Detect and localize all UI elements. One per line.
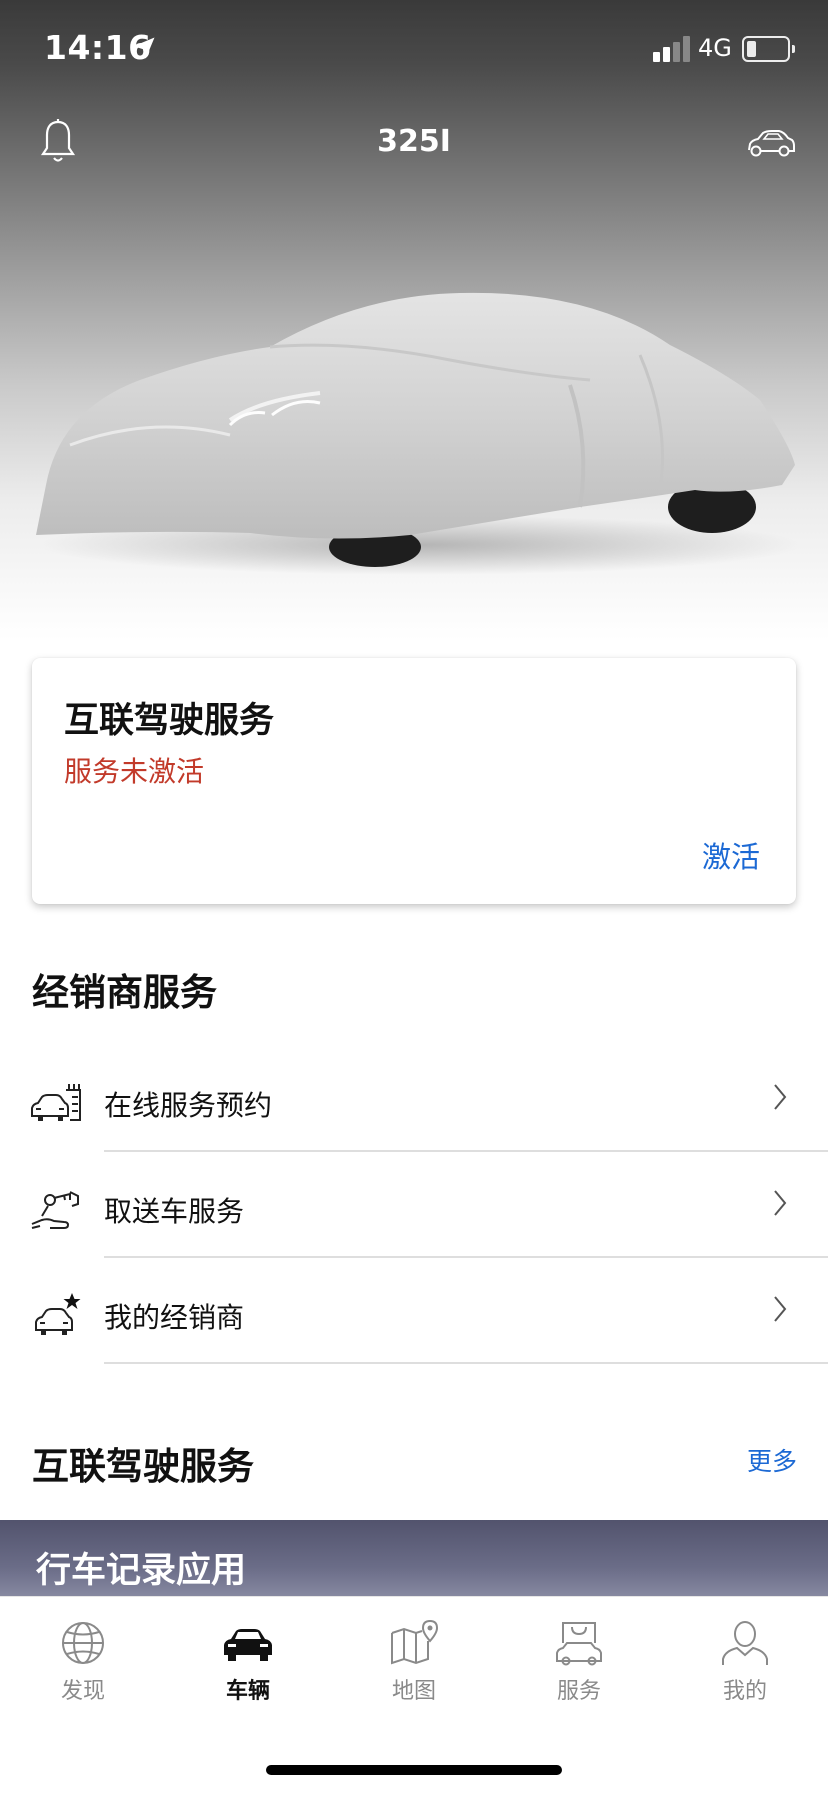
list-item-my-dealer[interactable]: 我的经销商	[0, 1258, 828, 1364]
dashcam-app-banner[interactable]: 行车记录应用	[0, 1520, 828, 1600]
home-indicator	[266, 1765, 562, 1775]
tab-vehicle[interactable]: 车辆	[188, 1619, 308, 1729]
tab-profile[interactable]: 我的	[685, 1619, 805, 1729]
person-icon	[722, 1621, 768, 1665]
service-status-text: 服务未激活	[64, 755, 205, 788]
tab-label: 我的	[722, 1679, 767, 1704]
tab-label: 发现	[60, 1679, 105, 1704]
divider	[104, 1362, 828, 1364]
banner-title: 行车记录应用	[36, 1551, 247, 1591]
network-type: 4G	[698, 34, 732, 62]
covered-car-image	[36, 292, 800, 575]
switch-vehicle-icon[interactable]	[746, 126, 796, 162]
tab-map[interactable]: 地图	[354, 1619, 474, 1729]
activate-button[interactable]: 激活	[702, 834, 760, 876]
service-appointment-icon	[31, 1084, 81, 1121]
globe-icon	[62, 1622, 104, 1664]
chevron-right-icon	[774, 1190, 787, 1216]
tab-label: 车辆	[225, 1679, 270, 1704]
car-star-icon	[35, 1293, 81, 1335]
tab-label: 服务	[556, 1679, 601, 1704]
shopping-bag-car-icon	[556, 1622, 602, 1666]
car-icon	[224, 1629, 272, 1661]
vehicle-hero: 14:16 4G 325I	[0, 0, 828, 640]
bottom-tab-bar: 发现 车辆 地图 服务 我的	[0, 1596, 828, 1793]
connected-drive-title: 互联驾驶服务	[32, 1445, 254, 1488]
tab-label: 地图	[391, 1679, 436, 1704]
list-item-label: 我的经销商	[104, 1301, 245, 1334]
status-bar: 14:16 4G	[0, 0, 828, 100]
signal-icon	[653, 36, 690, 62]
chevron-right-icon	[774, 1084, 787, 1110]
key-handover-icon	[31, 1191, 79, 1229]
list-item-online-appointment[interactable]: 在线服务预约	[0, 1046, 828, 1152]
dealer-services-list: 在线服务预约 取送车服务 我的经销商	[0, 1046, 828, 1364]
list-item-label: 在线服务预约	[104, 1089, 273, 1122]
header: 325I	[0, 108, 828, 174]
tab-discover[interactable]: 发现	[23, 1619, 143, 1729]
more-link[interactable]: 更多	[747, 1442, 797, 1478]
location-arrow-icon	[133, 37, 155, 59]
dealer-services-title: 经销商服务	[32, 971, 217, 1014]
chevron-right-icon	[774, 1296, 787, 1322]
map-icon	[391, 1619, 439, 1665]
list-item-pickup-delivery[interactable]: 取送车服务	[0, 1152, 828, 1258]
list-item-label: 取送车服务	[104, 1195, 245, 1228]
card-title: 互联驾驶服务	[64, 701, 275, 741]
battery-icon	[742, 36, 795, 62]
vehicle-model-title: 325I	[377, 124, 451, 159]
connected-drive-activation-card: 互联驾驶服务 服务未激活 激活	[32, 658, 796, 904]
tab-services[interactable]: 服务	[519, 1619, 639, 1729]
